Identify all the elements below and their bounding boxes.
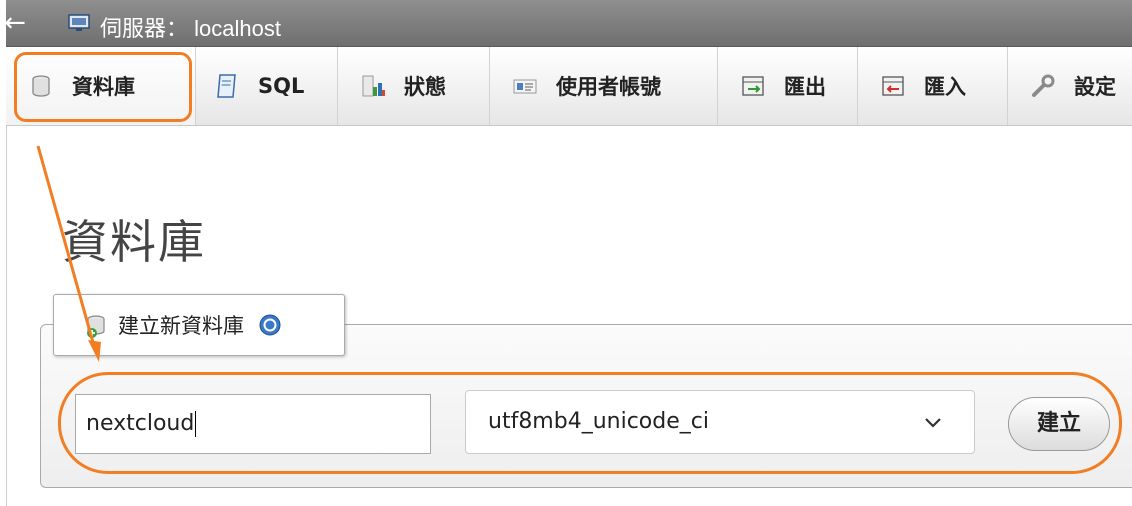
tab-sql[interactable]: SQL (196, 47, 338, 125)
collation-value: utf8mb4_unicode_ci (488, 409, 709, 434)
text-caret (195, 411, 197, 437)
help-icon[interactable] (258, 313, 282, 337)
tab-label: 使用者帳號 (556, 75, 661, 99)
tab-databases[interactable]: 資料庫 (6, 47, 196, 125)
tab-status[interactable]: 狀態 (338, 47, 490, 125)
database-name-input[interactable]: nextcloud (75, 394, 431, 454)
create-button[interactable]: 建立 (1008, 397, 1110, 451)
import-icon (882, 76, 904, 96)
wrench-icon (1032, 74, 1055, 97)
tab-import[interactable]: 匯入 (858, 47, 1008, 125)
tab-settings[interactable]: 設定 (1008, 47, 1132, 125)
window-title: 伺服器： localhost (100, 16, 281, 41)
database-name-value: nextcloud (86, 411, 195, 436)
server-icon (68, 14, 90, 31)
collation-select[interactable]: utf8mb4_unicode_ci (465, 390, 975, 454)
create-database-legend: 建立新資料庫 (53, 294, 345, 356)
create-database-label: 建立新資料庫 (118, 314, 244, 338)
top-tabs: 資料庫 SQL 狀態 使用者帳號 匯出 匯入 設定 (6, 47, 1132, 126)
user-accounts-icon (513, 79, 537, 94)
back-arrow-icon[interactable]: ← (2, 7, 28, 39)
sql-document-icon (217, 74, 236, 98)
tab-label: 匯出 (784, 75, 826, 99)
tab-user-accounts[interactable]: 使用者帳號 (490, 47, 718, 125)
tab-label: SQL (258, 74, 305, 98)
title-bar: ← 伺服器： localhost (4, 0, 1132, 47)
tab-label: 狀態 (404, 75, 446, 99)
status-chart-icon (362, 75, 385, 97)
tab-label: 匯入 (924, 75, 966, 99)
tab-label: 設定 (1074, 75, 1116, 99)
export-icon (742, 76, 764, 96)
tab-label: 資料庫 (72, 75, 135, 99)
database-icon (32, 75, 50, 97)
new-database-icon (87, 315, 105, 338)
tab-export[interactable]: 匯出 (718, 47, 858, 125)
chevron-down-icon (925, 418, 941, 428)
page-title: 資料庫 (62, 214, 206, 269)
